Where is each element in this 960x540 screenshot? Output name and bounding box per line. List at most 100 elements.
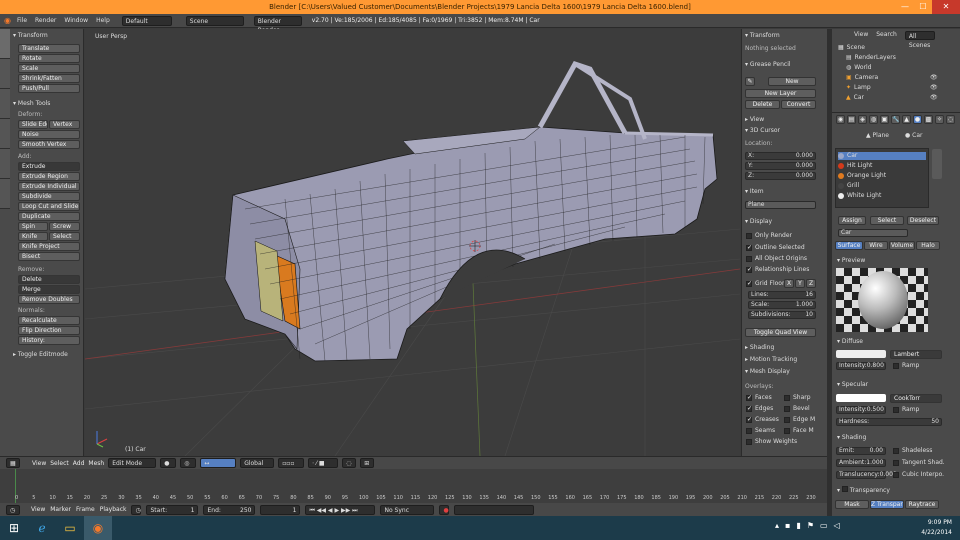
tab-grease-pencil[interactable] bbox=[0, 179, 10, 209]
motion-tracking-header[interactable]: ▸ Motion Tracking bbox=[745, 355, 823, 364]
wire-tab[interactable]: Wire bbox=[864, 241, 888, 250]
diffuse-header[interactable]: ▾ Diffuse bbox=[837, 337, 863, 346]
modifier-tab-icon[interactable]: 🔧 bbox=[891, 115, 900, 124]
specular-ramp-checkbox[interactable]: Ramp bbox=[893, 406, 919, 414]
gp-new-button[interactable]: New bbox=[768, 77, 816, 86]
shading-header[interactable]: ▸ Shading bbox=[745, 343, 823, 352]
tray-arrow-icon[interactable]: ▴ bbox=[775, 521, 779, 530]
render-engine-select[interactable]: Blender Render bbox=[253, 15, 302, 34]
specular-color-swatch[interactable] bbox=[836, 394, 886, 402]
tab-physics[interactable] bbox=[0, 149, 10, 179]
material-slot[interactable]: White Light bbox=[838, 192, 926, 200]
mesh-tools-panel-header[interactable]: ▾ Mesh Tools bbox=[11, 99, 83, 109]
noise-button[interactable]: Noise bbox=[18, 130, 80, 139]
tab-animation[interactable] bbox=[0, 119, 10, 149]
start-button[interactable]: ⊞ bbox=[0, 516, 28, 540]
diffuse-color-swatch[interactable] bbox=[836, 350, 886, 358]
creases-checkbox[interactable]: Creases bbox=[746, 416, 779, 424]
hardness-field[interactable]: Hardness: 50 bbox=[836, 418, 942, 426]
outliner-row-car[interactable]: ▲ Car bbox=[846, 93, 864, 102]
material-slot[interactable]: Orange Light bbox=[838, 172, 926, 180]
cursor-y-field[interactable]: Y: 0.000 bbox=[745, 162, 816, 170]
specular-header[interactable]: ▾ Specular bbox=[837, 380, 868, 389]
end-frame-field[interactable]: End: 250 bbox=[203, 504, 256, 515]
item-header[interactable]: ▾ Item bbox=[745, 187, 823, 196]
n-view-header[interactable]: ▸ View bbox=[745, 115, 823, 124]
edges-checkbox[interactable]: Edges bbox=[746, 405, 773, 413]
grid-subdiv-field[interactable]: Subdivisions: 10 bbox=[748, 311, 816, 319]
ambient-field[interactable]: Ambient: 1.000 bbox=[836, 459, 886, 467]
grid-x-toggle[interactable]: X bbox=[784, 279, 794, 288]
relationship-lines-checkbox[interactable]: Relationship Lines bbox=[746, 266, 809, 274]
grid-z-toggle[interactable]: Z bbox=[806, 279, 816, 288]
grid-floor-checkbox[interactable]: Grid Floor bbox=[746, 280, 784, 288]
particles-tab-icon[interactable]: ✧ bbox=[935, 115, 944, 124]
tray-app-icon[interactable]: ▪ bbox=[785, 521, 790, 530]
timeline-frame-menu[interactable]: Frame bbox=[76, 506, 95, 513]
merge-dropdown[interactable]: Merge bbox=[18, 285, 80, 294]
flag-icon[interactable]: ⚑ bbox=[807, 521, 814, 530]
slide-vertex-button[interactable]: Vertex bbox=[49, 120, 80, 129]
faces-checkbox[interactable]: Faces bbox=[746, 394, 772, 402]
slide-edge-button[interactable]: Slide Edge bbox=[18, 120, 48, 129]
cursor-x-field[interactable]: X: 0.000 bbox=[745, 152, 816, 160]
transparency-header[interactable]: ▾ Transparency bbox=[837, 486, 890, 495]
diffuse-shader-select[interactable]: Lambert bbox=[890, 350, 942, 359]
diffuse-ramp-checkbox[interactable]: Ramp bbox=[893, 362, 919, 370]
z-transparency-button[interactable]: Z Transparency bbox=[870, 500, 904, 509]
extrude-region-button[interactable]: Extrude Region bbox=[18, 172, 80, 181]
recalculate-button[interactable]: Recalculate bbox=[18, 316, 80, 325]
network-icon[interactable]: ▮ bbox=[796, 521, 800, 530]
preview-range-toggle[interactable]: ◷ bbox=[131, 504, 142, 515]
internet-explorer-icon[interactable]: ℯ bbox=[28, 516, 56, 540]
outliner-view-menu[interactable]: View bbox=[854, 31, 868, 41]
cubic-interpolation-checkbox[interactable]: Cubic Interpo. bbox=[893, 471, 944, 479]
tab-relations[interactable] bbox=[0, 89, 10, 119]
preview-header[interactable]: ▾ Preview bbox=[837, 256, 865, 265]
shadeless-checkbox[interactable]: Shadeless bbox=[893, 447, 932, 455]
viewport-canvas[interactable] bbox=[85, 29, 740, 456]
transform-orientation-select[interactable]: Global bbox=[240, 458, 275, 468]
gp-convert-button[interactable]: Convert bbox=[781, 100, 816, 109]
surface-tab[interactable]: Surface bbox=[835, 241, 863, 250]
layers-tab-icon[interactable]: ▤ bbox=[847, 115, 856, 124]
emit-field[interactable]: Emit: 0.00 bbox=[836, 447, 886, 455]
timeline-editor-type[interactable]: ◷ bbox=[6, 504, 20, 515]
all-origins-checkbox[interactable]: All Object Origins bbox=[746, 255, 807, 263]
outline-selected-checkbox[interactable]: Outline Selected bbox=[746, 244, 805, 252]
subdivide-button[interactable]: Subdivide bbox=[18, 192, 80, 201]
tab-tools[interactable] bbox=[0, 29, 10, 59]
flip-direction-button[interactable]: Flip Direction bbox=[18, 326, 80, 335]
car-mesh[interactable] bbox=[224, 60, 718, 362]
blender-taskbar-icon[interactable]: ◉ bbox=[84, 516, 112, 540]
editor-type-select[interactable]: ▦ bbox=[6, 458, 20, 468]
close-button[interactable]: ✕ bbox=[932, 0, 960, 14]
timeline-playback-menu[interactable]: Playback bbox=[100, 506, 127, 513]
playback-controls[interactable]: ⏮ ◀◀ ◀ ▶ ▶▶ ⏭ bbox=[305, 504, 376, 515]
gp-new-layer-button[interactable]: New Layer bbox=[745, 89, 816, 98]
assign-button[interactable]: Assign bbox=[838, 216, 866, 225]
scene-tab-icon[interactable]: ◈ bbox=[858, 115, 867, 124]
snap-toggle[interactable]: ⊞ bbox=[360, 458, 375, 468]
mask-button[interactable]: Mask bbox=[835, 500, 869, 509]
grid-lines-field[interactable]: Lines: 16 bbox=[748, 291, 816, 299]
slot-add-remove-buttons[interactable] bbox=[932, 149, 942, 179]
mode-select[interactable]: Edit Mode bbox=[108, 458, 157, 468]
menu-help[interactable]: Help bbox=[94, 17, 112, 24]
material-name-field[interactable]: Car bbox=[838, 229, 908, 237]
texture-tab-icon[interactable]: ▩ bbox=[924, 115, 933, 124]
rotate-button[interactable]: Rotate bbox=[18, 54, 80, 63]
maximize-button[interactable]: ☐ bbox=[914, 0, 932, 14]
item-name-field[interactable]: Plane bbox=[745, 201, 816, 209]
push-pull-button[interactable]: Push/Pull bbox=[18, 84, 80, 93]
n-transform-header[interactable]: ▾ Transform bbox=[745, 31, 823, 40]
minimize-button[interactable]: — bbox=[896, 0, 914, 14]
shading-props-header[interactable]: ▾ Shading bbox=[837, 433, 866, 442]
translate-button[interactable]: Translate bbox=[18, 44, 80, 53]
menu-add[interactable]: Add bbox=[73, 460, 85, 467]
object-tab-icon[interactable]: ▣ bbox=[880, 115, 889, 124]
taskbar-clock[interactable]: 9:09 PM 4/22/2014 bbox=[921, 518, 952, 538]
start-frame-field[interactable]: Start: 1 bbox=[146, 504, 199, 515]
outliner-row-scene[interactable]: ▦ Scene bbox=[838, 43, 865, 52]
outliner-search-menu[interactable]: Search bbox=[876, 31, 897, 41]
